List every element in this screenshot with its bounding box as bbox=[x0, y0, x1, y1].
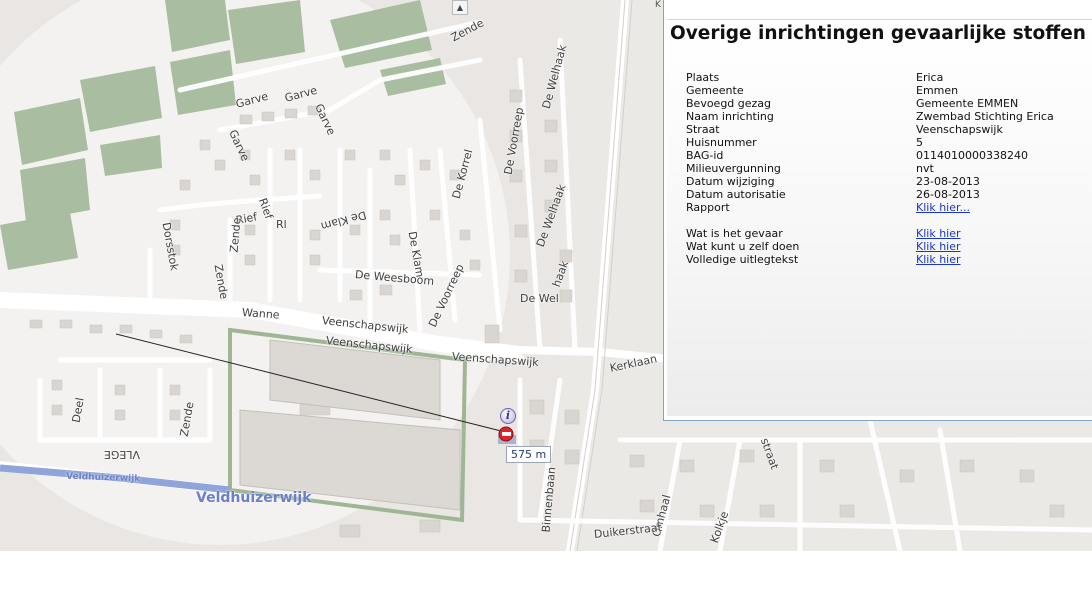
attribute-row: Plaats Erica bbox=[686, 71, 1054, 84]
attribute-key: Datum autorisatie bbox=[686, 188, 786, 201]
klik-hier-link[interactable]: Klik hier... bbox=[916, 201, 970, 214]
attribute-key: BAG-id bbox=[686, 149, 724, 162]
attribute-key: Wat kunt u zelf doen bbox=[686, 240, 800, 253]
attribute-value: Erica bbox=[916, 71, 944, 84]
street-label: VLEGE bbox=[103, 448, 140, 461]
attribute-key: Volledige uitlegtekst bbox=[686, 253, 799, 266]
attribute-row: Naam inrichting Zwembad Stichting Erica bbox=[686, 110, 1054, 123]
attribute-key: Huisnummer bbox=[686, 136, 757, 149]
klik-hier-link[interactable]: Klik hier bbox=[916, 240, 961, 253]
spacer-cell bbox=[916, 214, 1054, 227]
spacer-cell bbox=[686, 214, 916, 227]
attribute-value-cell: nvt bbox=[916, 162, 1054, 175]
hazard-marker-icon[interactable] bbox=[498, 425, 518, 445]
attribute-value: Gemeente EMMEN bbox=[916, 97, 1019, 110]
distance-label: 575 m bbox=[506, 446, 552, 463]
attribute-key: Bevoegd gezag bbox=[686, 97, 772, 110]
street-label: Rl bbox=[276, 218, 287, 231]
attribute-key: Datum wijziging bbox=[686, 175, 775, 188]
attribute-key: Rapport bbox=[686, 201, 730, 214]
attribute-key: Wat is het gevaar bbox=[686, 227, 783, 240]
attribute-row: Straat Veenschapswijk bbox=[686, 123, 1054, 136]
info-icon[interactable]: i bbox=[500, 408, 516, 424]
attribute-value: Zwembad Stichting Erica bbox=[916, 110, 1054, 123]
attribute-value-cell: Klik hier... bbox=[916, 201, 1054, 214]
row-spacer bbox=[686, 214, 1054, 227]
attribute-row: Milieuvergunning nvt bbox=[686, 162, 1054, 175]
attribute-row: Huisnummer 5 bbox=[686, 136, 1054, 149]
attribute-key: Milieuvergunning bbox=[686, 162, 781, 175]
attribute-value: nvt bbox=[916, 162, 934, 175]
attribute-row: Datum wijziging 23-08-2013 bbox=[686, 175, 1054, 188]
attribute-value-cell: Klik hier bbox=[916, 253, 1054, 266]
info-popup: Overige inrichtingen gevaarlijke stoffen… bbox=[663, 0, 1092, 421]
attribute-row: Rapport Klik hier... bbox=[686, 201, 1054, 214]
attribute-key: Gemeente bbox=[686, 84, 744, 97]
hazard-marker-shape bbox=[498, 426, 516, 444]
attribute-row: Volledige uitlegtekst Klik hier bbox=[686, 253, 1054, 266]
scroll-up-button[interactable]: ▲ bbox=[452, 0, 468, 15]
attribute-value-cell: Erica bbox=[916, 71, 1054, 84]
attribute-key: Plaats bbox=[686, 71, 720, 84]
klik-hier-link[interactable]: Klik hier bbox=[916, 253, 961, 266]
popup-title: Overige inrichtingen gevaarlijke stoffen bbox=[670, 23, 1086, 44]
attribute-value-cell: 0114010000338240 bbox=[916, 149, 1054, 162]
attribute-row: Datum autorisatie 26-08-2013 bbox=[686, 188, 1054, 201]
attribute-row: Gemeente Emmen bbox=[686, 84, 1054, 97]
attribute-row: Wat kunt u zelf doen Klik hier bbox=[686, 240, 1054, 253]
attribute-value: Veenschapswijk bbox=[916, 123, 1003, 136]
attribute-value: 5 bbox=[916, 136, 923, 149]
attribute-row: Wat is het gevaar Klik hier bbox=[686, 227, 1054, 240]
attribute-value-cell: 23-08-2013 bbox=[916, 175, 1054, 188]
attribute-value-cell: Emmen bbox=[916, 84, 1054, 97]
attribute-row: BAG-id 0114010000338240 bbox=[686, 149, 1054, 162]
attribute-key: Naam inrichting bbox=[686, 110, 774, 123]
street-label: Wanne bbox=[241, 306, 280, 322]
attribute-value-cell: Klik hier bbox=[916, 240, 1054, 253]
attribute-value-cell: Klik hier bbox=[916, 227, 1054, 240]
street-label: De Wel bbox=[520, 292, 559, 305]
attribute-value: 0114010000338240 bbox=[916, 149, 1028, 162]
water-label: Veldhuizerwijk bbox=[196, 490, 312, 506]
attribute-value-cell: 26-08-2013 bbox=[916, 188, 1054, 201]
corner-glyph: K bbox=[655, 0, 661, 10]
attribute-row: Bevoegd gezag Gemeente EMMEN bbox=[686, 97, 1054, 110]
attribute-value: 26-08-2013 bbox=[916, 188, 980, 201]
attribute-value: Emmen bbox=[916, 84, 959, 97]
attribute-value: 23-08-2013 bbox=[916, 175, 980, 188]
attribute-key: Straat bbox=[686, 123, 720, 136]
attribute-value-cell: Zwembad Stichting Erica bbox=[916, 110, 1054, 123]
attribute-value-cell: 5 bbox=[916, 136, 1054, 149]
attribute-value-cell: Veenschapswijk bbox=[916, 123, 1054, 136]
attribute-value-cell: Gemeente EMMEN bbox=[916, 97, 1054, 110]
klik-hier-link[interactable]: Klik hier bbox=[916, 227, 961, 240]
attribute-table: Plaats Erica Gemeente Emmen Bevoegd gezag Gem… bbox=[686, 71, 1054, 266]
